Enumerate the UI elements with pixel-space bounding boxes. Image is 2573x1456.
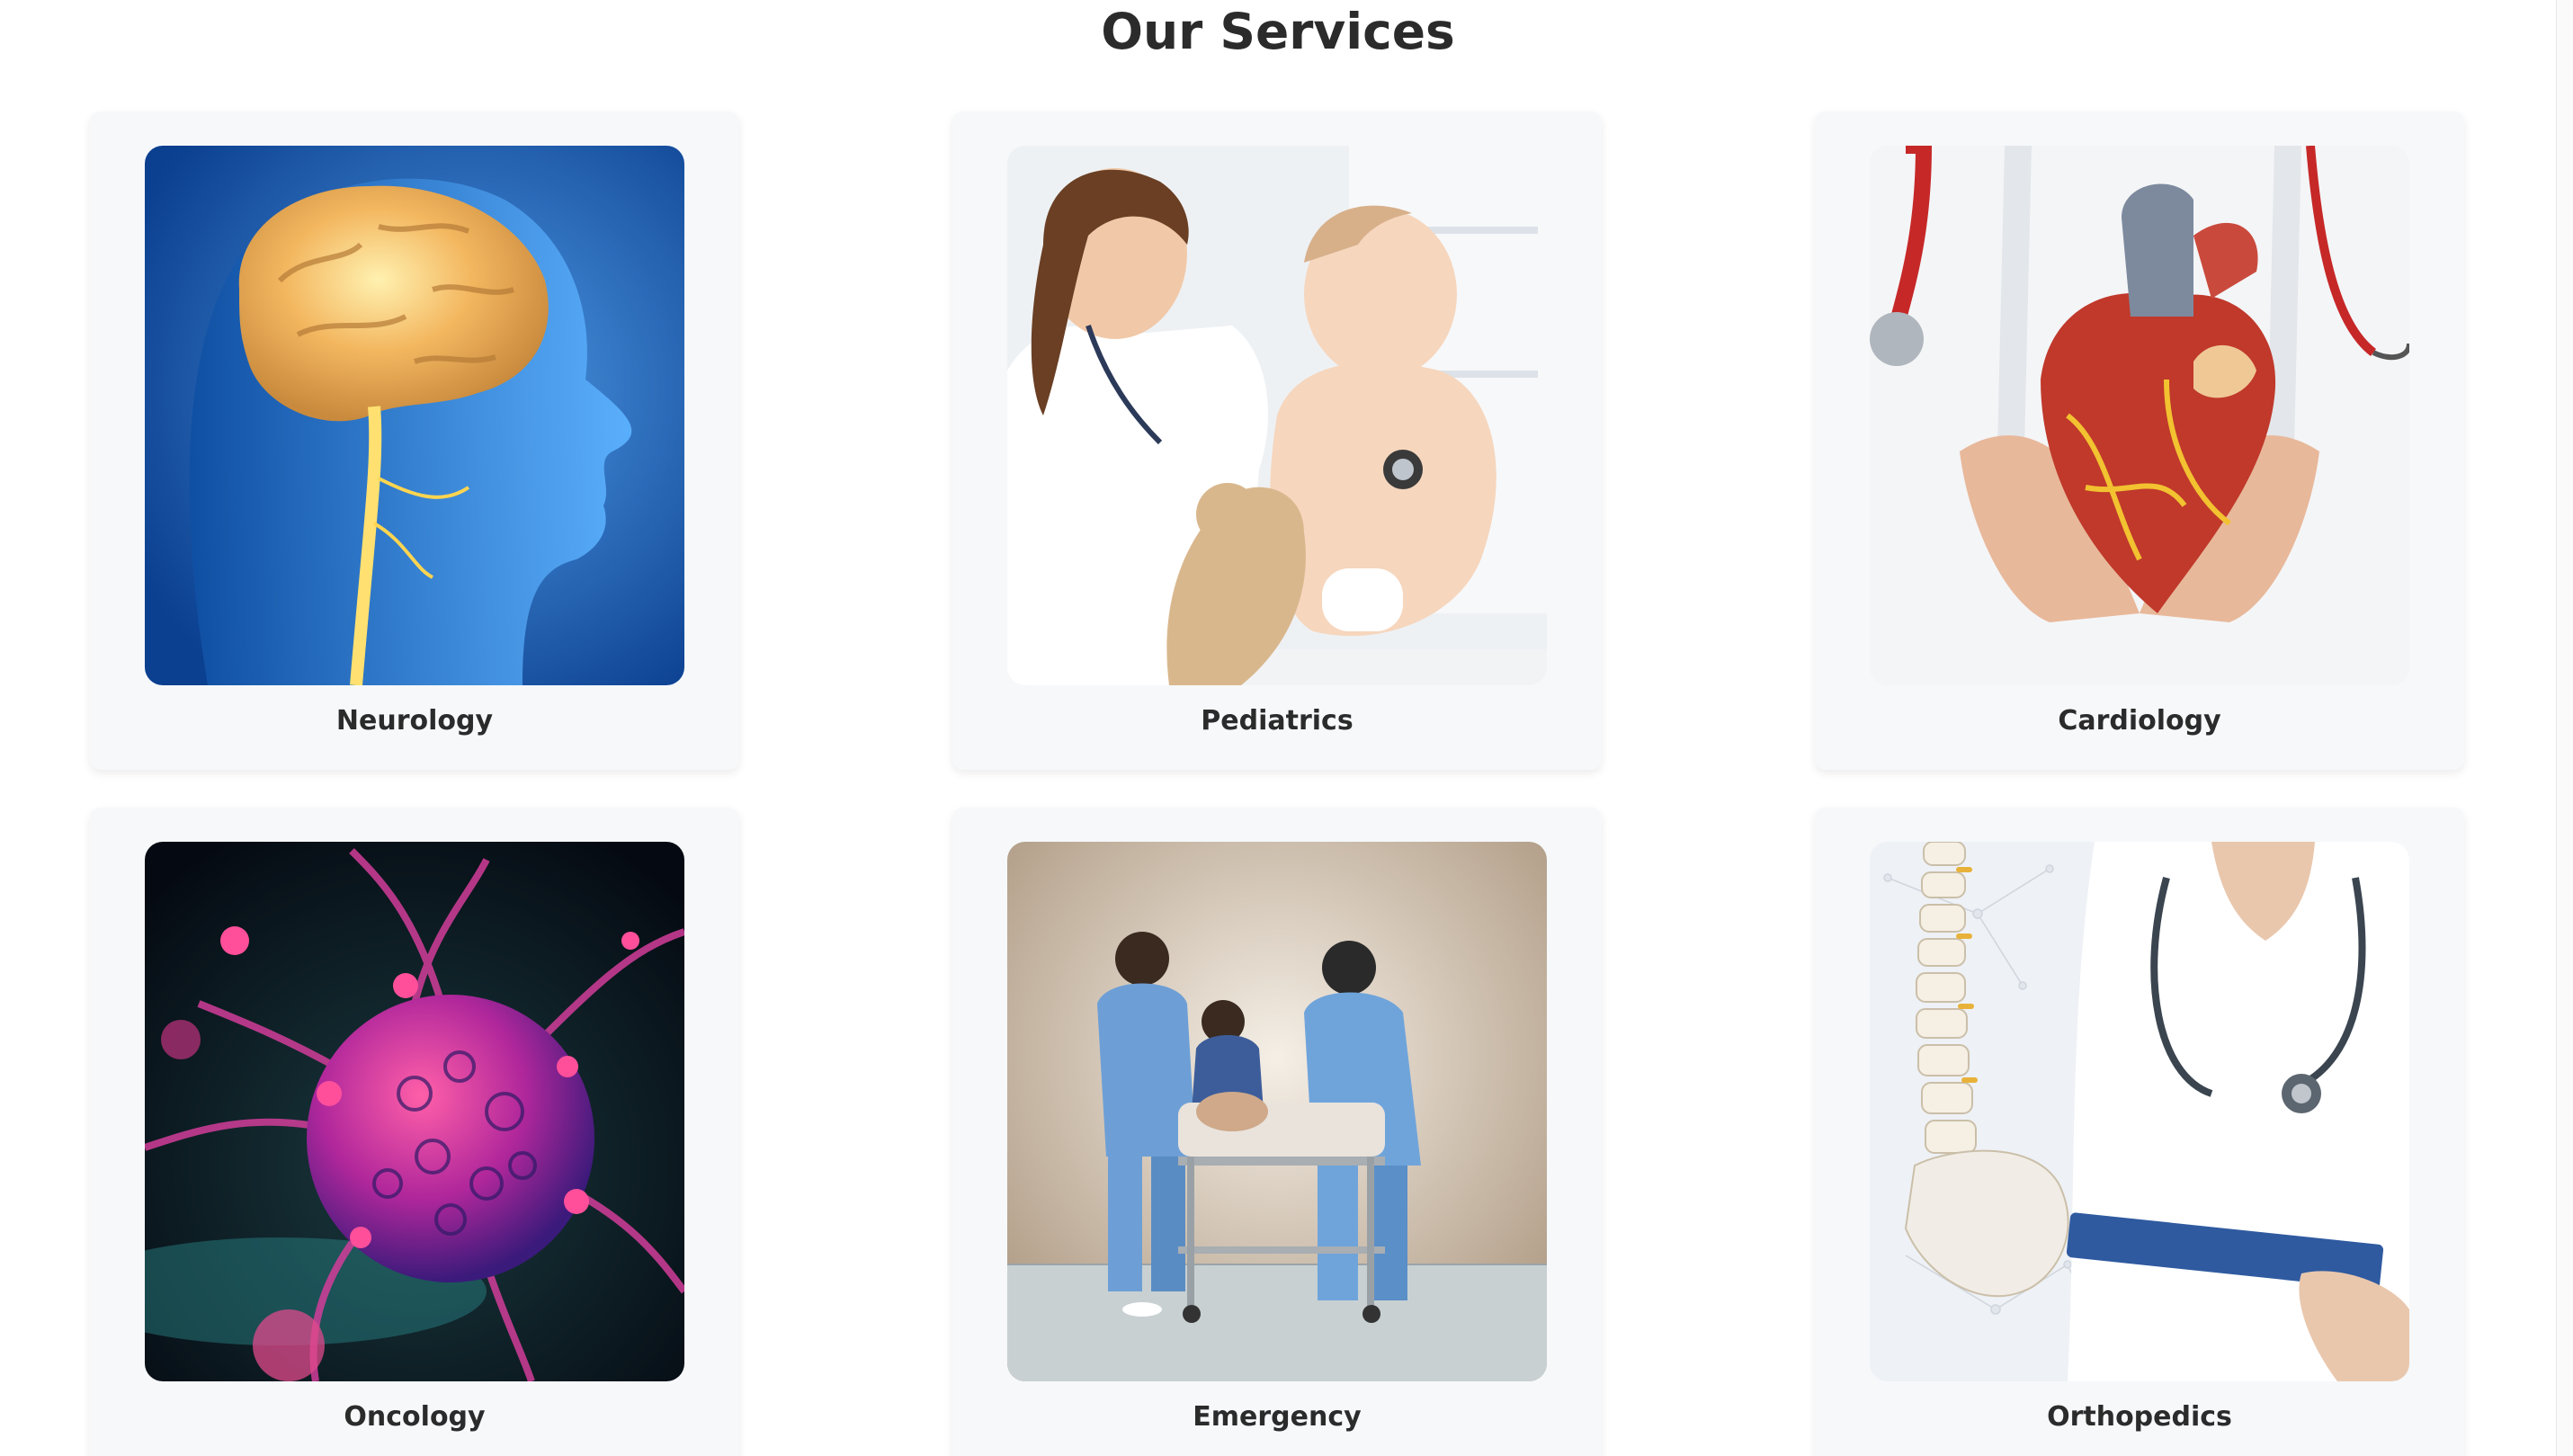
services-page: Our Services Neurology Pediatrics Cardio…: [0, 0, 2573, 1456]
service-card-oncology[interactable]: Oncology: [90, 808, 739, 1456]
orthopedics-image: [1870, 842, 2409, 1381]
service-label-orthopedics: Orthopedics: [2047, 1401, 2232, 1433]
cardiology-image: [1870, 146, 2409, 685]
page-title: Our Services: [1101, 3, 1455, 60]
brain-head-illustration: [145, 146, 684, 685]
service-card-emergency[interactable]: Emergency: [952, 808, 1602, 1456]
service-label-oncology: Oncology: [344, 1401, 486, 1433]
doctor-with-spine-model-photo: [1870, 842, 2409, 1381]
medical-team-with-stretcher-photo: [1007, 842, 1547, 1381]
emergency-image: [1007, 842, 1547, 1381]
service-card-pediatrics[interactable]: Pediatrics: [952, 112, 1602, 770]
oncology-image: [145, 842, 684, 1381]
service-card-orthopedics[interactable]: Orthopedics: [1815, 808, 2464, 1456]
service-label-emergency: Emergency: [1193, 1401, 1362, 1433]
pediatrics-image: [1007, 146, 1547, 685]
doctor-holding-heart-model-photo: [1870, 146, 2409, 685]
service-label-cardiology: Cardiology: [2058, 705, 2221, 737]
cancer-cell-illustration: [145, 842, 684, 1381]
neurology-image: [145, 146, 684, 685]
service-card-cardiology[interactable]: Cardiology: [1815, 112, 2464, 770]
service-card-neurology[interactable]: Neurology: [90, 112, 739, 770]
vertical-scrollbar[interactable]: [2556, 0, 2573, 1456]
service-label-pediatrics: Pediatrics: [1201, 705, 1354, 737]
doctor-examining-baby-photo: [1007, 146, 1547, 685]
service-label-neurology: Neurology: [335, 705, 494, 737]
